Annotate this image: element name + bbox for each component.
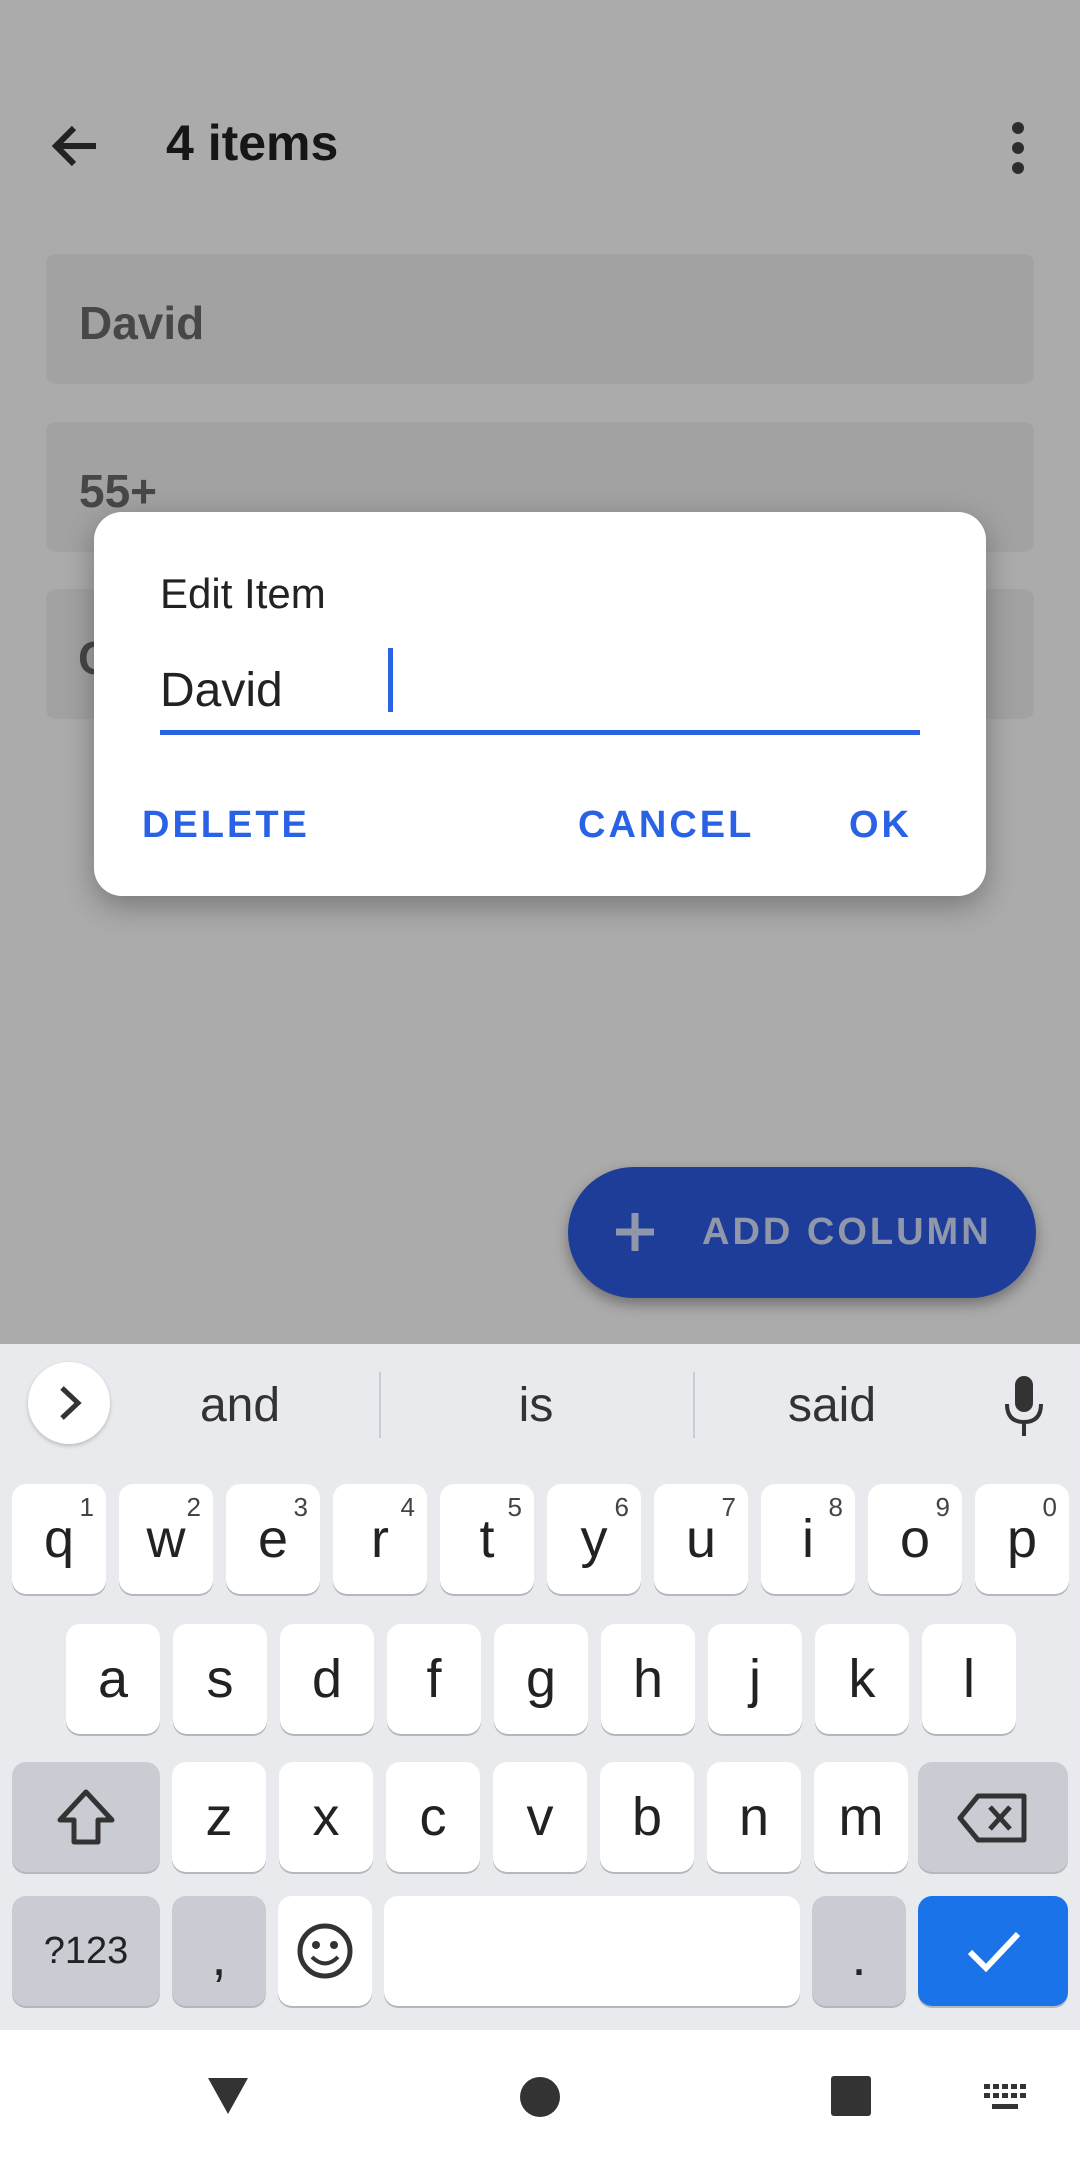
item-name-input[interactable]	[160, 650, 920, 735]
key-j[interactable]: j	[708, 1624, 802, 1734]
space-key[interactable]	[384, 1896, 800, 2006]
key-c[interactable]: c	[386, 1762, 480, 1872]
key-hint: 6	[614, 1492, 629, 1522]
suggestion-divider	[379, 1372, 381, 1438]
key-s[interactable]: s	[173, 1624, 267, 1734]
period-key[interactable]: .	[812, 1896, 906, 2006]
period-key-label: .	[851, 1927, 867, 1987]
symbols-key-label: ?123	[43, 1930, 129, 1972]
key-label: c	[419, 1787, 447, 1847]
symbols-key[interactable]: ?123	[12, 1896, 160, 2006]
key-label: j	[749, 1649, 761, 1709]
suggestion-3[interactable]: said	[692, 1378, 972, 1433]
key-hint: 8	[828, 1492, 843, 1522]
key-label: a	[97, 1649, 129, 1709]
key-p[interactable]: p0	[975, 1484, 1069, 1594]
key-l[interactable]: l	[922, 1624, 1016, 1734]
key-w[interactable]: w2	[119, 1484, 213, 1594]
key-label: b	[631, 1787, 663, 1847]
cancel-button[interactable]: CANCEL	[578, 804, 754, 847]
key-label: z	[205, 1787, 233, 1847]
key-u[interactable]: u7	[654, 1484, 748, 1594]
edit-item-dialog: Edit Item DELETE CANCEL OK	[94, 512, 986, 896]
soft-keyboard: and is said q1w2e3r4t5y6u7i8o9p0 a s d f g h j…	[0, 1344, 1080, 2030]
key-y[interactable]: y6	[547, 1484, 641, 1594]
key-i[interactable]: i8	[761, 1484, 855, 1594]
comma-key[interactable]: ,	[172, 1896, 266, 2006]
key-a[interactable]: a	[66, 1624, 160, 1734]
text-cursor	[388, 648, 393, 712]
key-label: d	[311, 1649, 343, 1709]
navigation-bar	[0, 2030, 1080, 2160]
suggestion-2[interactable]: is	[396, 1378, 676, 1433]
key-v[interactable]: v	[493, 1762, 587, 1872]
key-x[interactable]: x	[279, 1762, 373, 1872]
key-label: l	[963, 1649, 975, 1709]
key-k[interactable]: k	[815, 1624, 909, 1734]
microphone-icon[interactable]	[1002, 1374, 1046, 1438]
key-hint: 5	[507, 1492, 522, 1522]
key-m[interactable]: m	[814, 1762, 908, 1872]
shift-key[interactable]	[12, 1762, 160, 1872]
key-label: f	[426, 1649, 442, 1709]
key-e[interactable]: e3	[226, 1484, 320, 1594]
suggestion-bar: and is said	[0, 1344, 1080, 1468]
back-triangle-icon[interactable]	[204, 2074, 252, 2118]
suggestion-1[interactable]: and	[100, 1378, 380, 1433]
dialog-title: Edit Item	[160, 570, 326, 617]
key-hint: 4	[400, 1492, 415, 1522]
expand-toolbar-button[interactable]	[28, 1362, 110, 1444]
key-n[interactable]: n	[707, 1762, 801, 1872]
key-hint: 3	[293, 1492, 308, 1522]
key-q[interactable]: q1	[12, 1484, 106, 1594]
chevron-right-icon	[60, 1386, 82, 1420]
key-label: v	[526, 1787, 554, 1847]
key-r[interactable]: r4	[333, 1484, 427, 1594]
key-h[interactable]: h	[601, 1624, 695, 1734]
backspace-icon	[957, 1793, 1027, 1843]
key-label: x	[312, 1787, 340, 1847]
recents-square-icon[interactable]	[829, 2074, 873, 2118]
key-label: g	[525, 1649, 557, 1709]
key-g[interactable]: g	[494, 1624, 588, 1734]
key-d[interactable]: d	[280, 1624, 374, 1734]
key-label: n	[738, 1787, 770, 1847]
ok-button[interactable]: OK	[849, 804, 912, 847]
key-f[interactable]: f	[387, 1624, 481, 1734]
key-label: s	[206, 1649, 234, 1709]
checkmark-icon	[967, 1931, 1021, 1973]
key-hint: 9	[935, 1492, 950, 1522]
emoji-key[interactable]	[278, 1896, 372, 2006]
comma-key-label: ,	[211, 1927, 227, 1987]
key-t[interactable]: t5	[440, 1484, 534, 1594]
enter-key[interactable]	[918, 1896, 1068, 2006]
key-b[interactable]: b	[600, 1762, 694, 1872]
key-z[interactable]: z	[172, 1762, 266, 1872]
key-hint: 1	[79, 1492, 94, 1522]
keyboard-switch-icon[interactable]	[984, 2084, 1028, 2114]
home-circle-icon[interactable]	[517, 2074, 563, 2120]
backspace-key[interactable]	[918, 1762, 1068, 1872]
key-label: k	[848, 1649, 876, 1709]
delete-button[interactable]: DELETE	[142, 804, 310, 847]
key-hint: 2	[186, 1492, 201, 1522]
key-o[interactable]: o9	[868, 1484, 962, 1594]
key-hint: 7	[721, 1492, 736, 1522]
key-label: h	[632, 1649, 664, 1709]
key-label: m	[838, 1787, 884, 1847]
emoji-icon	[297, 1923, 353, 1979]
key-hint: 0	[1042, 1492, 1057, 1522]
shift-arrow-icon	[57, 1789, 115, 1845]
